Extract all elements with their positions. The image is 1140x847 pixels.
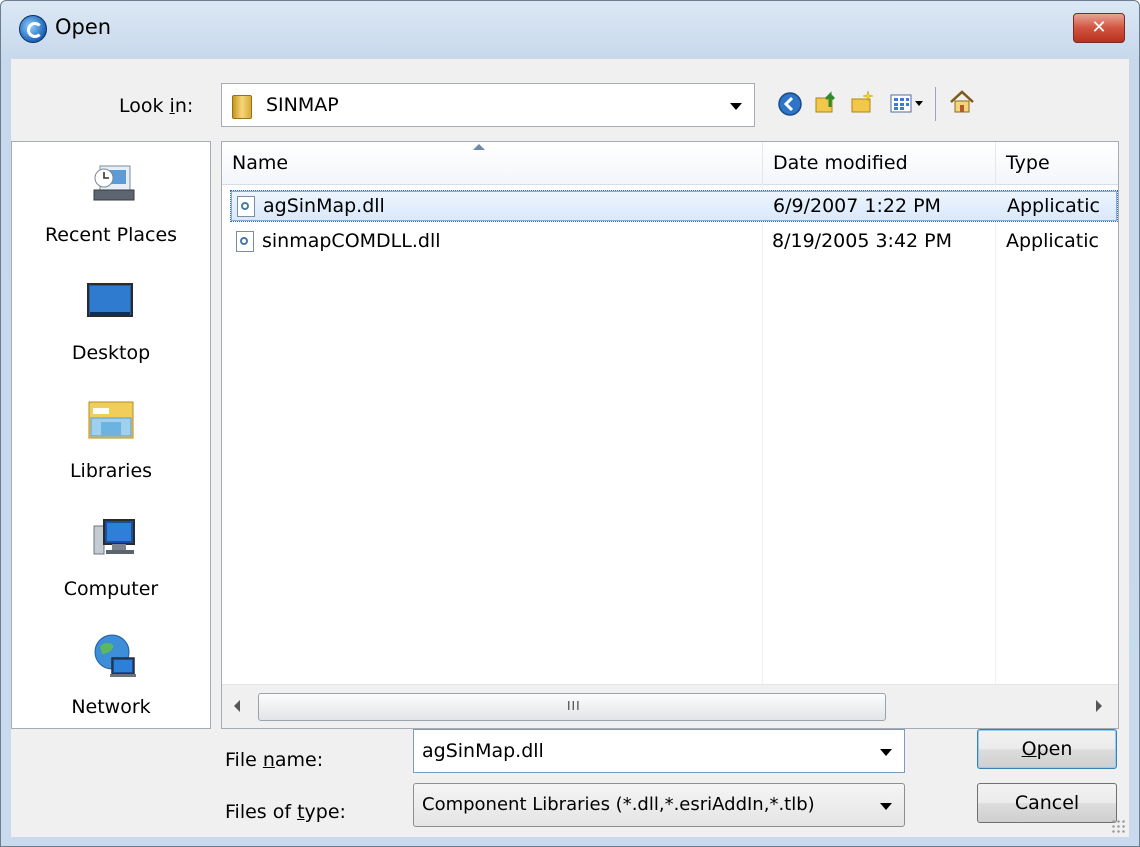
cancel-button[interactable]: Cancel xyxy=(977,783,1117,823)
file-name: sinmapCOMDLL.dll xyxy=(262,230,441,252)
file-date: 8/19/2005 3:42 PM xyxy=(772,230,953,252)
place-label: Recent Places xyxy=(44,224,178,246)
file-name-value: agSinMap.dll xyxy=(422,740,544,762)
place-label: Desktop xyxy=(71,342,151,364)
folder-icon xyxy=(232,95,252,119)
desktop-icon xyxy=(87,283,133,317)
up-folder-icon[interactable] xyxy=(813,89,839,115)
close-button[interactable]: ✕ xyxy=(1073,13,1125,43)
places-bar: Recent Places Desktop Libraries Computer… xyxy=(11,141,211,729)
close-icon: ✕ xyxy=(1091,17,1107,38)
recent-places-icon xyxy=(93,165,135,201)
column-divider xyxy=(995,184,996,684)
place-label: Computer xyxy=(63,578,159,600)
new-folder-icon[interactable] xyxy=(849,89,875,115)
open-button[interactable]: Open xyxy=(977,729,1117,769)
chevron-down-icon[interactable] xyxy=(880,803,892,810)
home-icon[interactable] xyxy=(949,89,975,115)
title-bar[interactable]: Open ✕ xyxy=(1,1,1139,59)
look-in-dropdown[interactable]: SINMAP xyxy=(221,83,755,127)
scroll-left-icon[interactable] xyxy=(234,700,240,712)
column-header-name[interactable]: Name xyxy=(222,142,762,184)
column-header-row: Name Date modified Type xyxy=(222,142,1118,185)
scrollbar-thumb[interactable]: III xyxy=(258,693,886,721)
horizontal-scrollbar[interactable]: III xyxy=(222,684,1118,728)
file-list[interactable]: Name Date modified Type agSinMap.dll 6/9… xyxy=(221,141,1119,729)
file-type-label: Files of type: xyxy=(225,801,346,823)
libraries-icon xyxy=(88,401,134,439)
file-name-label: File name: xyxy=(225,749,324,771)
place-computer[interactable]: Computer xyxy=(12,506,210,616)
file-name: agSinMap.dll xyxy=(263,195,385,217)
resize-grip[interactable] xyxy=(1111,819,1125,833)
place-label: Libraries xyxy=(69,460,153,482)
place-desktop[interactable]: Desktop xyxy=(12,270,210,380)
file-row[interactable]: agSinMap.dll 6/9/2007 1:22 PM Applicatic xyxy=(230,190,1118,222)
place-libraries[interactable]: Libraries xyxy=(12,388,210,498)
chevron-down-icon[interactable] xyxy=(730,103,742,110)
file-type: Applicatic xyxy=(1006,230,1099,252)
place-label: Network xyxy=(71,696,151,718)
column-header-date-modified[interactable]: Date modified xyxy=(763,142,995,184)
file-date: 6/9/2007 1:22 PM xyxy=(773,195,941,217)
dll-file-icon xyxy=(236,231,254,252)
dll-file-icon xyxy=(237,196,255,217)
network-icon xyxy=(94,634,136,677)
column-divider xyxy=(762,184,763,684)
chevron-down-icon[interactable] xyxy=(880,749,892,756)
look-in-value: SINMAP xyxy=(266,94,339,116)
app-icon xyxy=(19,15,47,43)
scrollbar-grip: III xyxy=(567,699,581,713)
place-recent-places[interactable]: Recent Places xyxy=(12,152,210,262)
file-row[interactable]: sinmapCOMDLL.dll 8/19/2005 3:42 PM Appli… xyxy=(230,226,1118,258)
computer-icon xyxy=(93,519,135,555)
look-in-label: Look in: xyxy=(119,95,194,117)
view-menu-icon[interactable] xyxy=(889,91,927,117)
file-type-dropdown[interactable]: Component Libraries (*.dll,*.esriAddIn,*… xyxy=(413,783,905,827)
window-title: Open xyxy=(55,15,112,39)
scroll-right-icon[interactable] xyxy=(1096,700,1102,712)
place-network[interactable]: Network xyxy=(12,624,210,734)
file-type: Applicatic xyxy=(1007,195,1100,217)
back-icon[interactable] xyxy=(777,91,803,117)
file-name-input[interactable]: agSinMap.dll xyxy=(413,729,905,773)
column-header-type[interactable]: Type xyxy=(996,142,1118,184)
file-type-value: Component Libraries (*.dll,*.esriAddIn,*… xyxy=(422,794,815,815)
open-dialog: Open ✕ Look in: SINMAP Recent Places Des… xyxy=(0,0,1140,847)
toolbar-separator xyxy=(935,87,936,121)
dialog-body: Look in: SINMAP Recent Places Desktop Li… xyxy=(11,59,1129,837)
